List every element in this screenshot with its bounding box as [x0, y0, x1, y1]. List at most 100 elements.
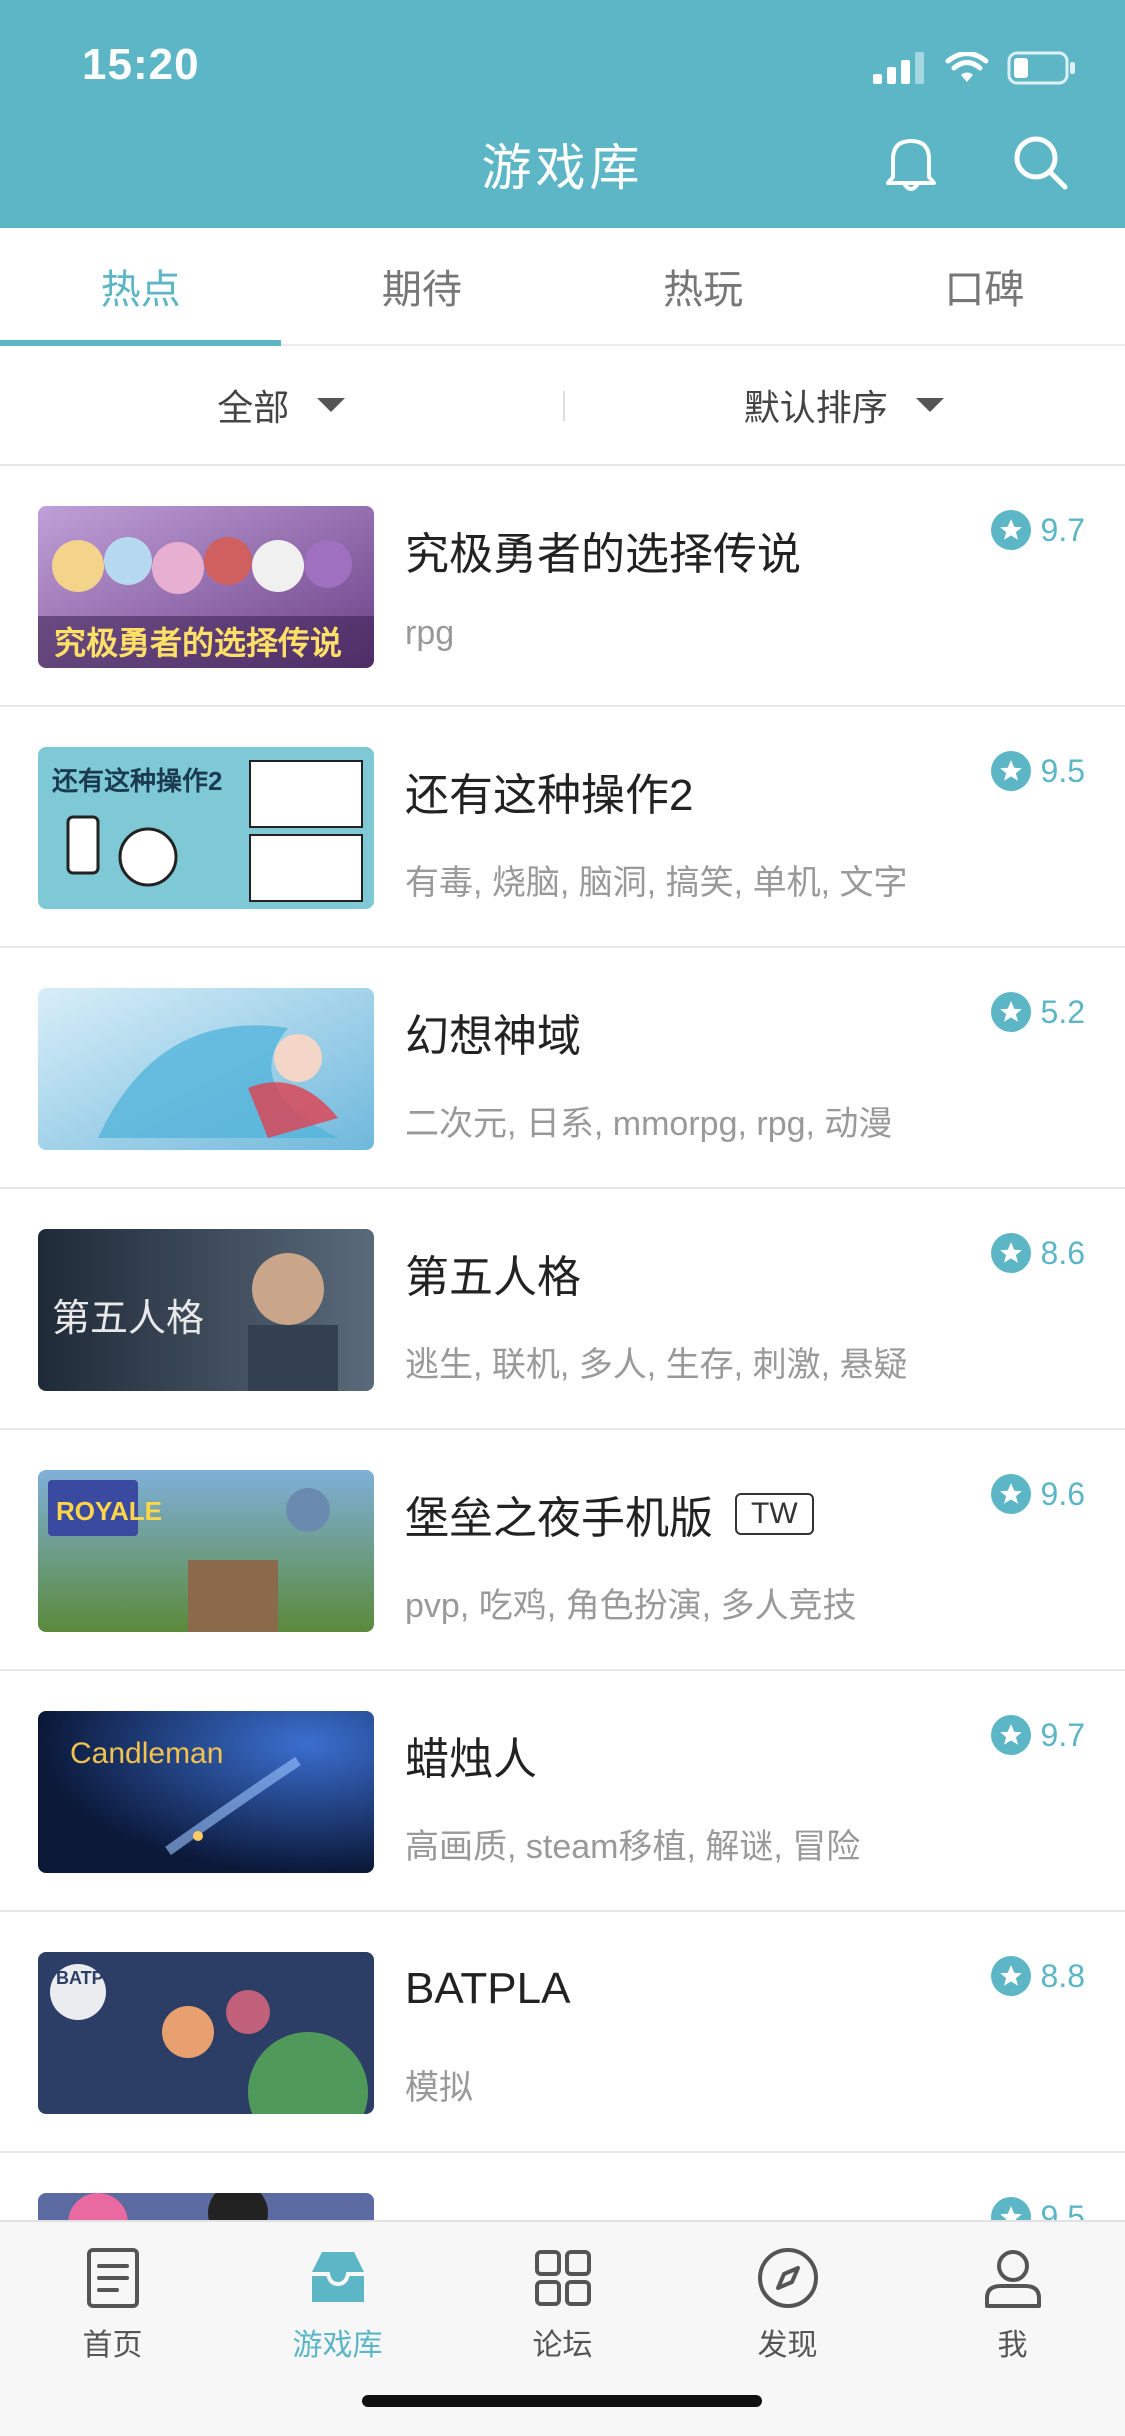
game-name-text: BATPLA — [405, 1964, 571, 2013]
game-name-text: 究极勇者的选择传说 — [405, 530, 801, 579]
game-item[interactable]: 第五人格 第五人格 逃生, 联机, 多人, 生存, 刺激, 悬疑 8.6 — [0, 1189, 1125, 1430]
star-icon — [990, 751, 1031, 791]
thumbnail-title: Candleman — [70, 1737, 224, 1770]
sort-filter-label: 默认排序 — [743, 387, 888, 428]
nav-home[interactable]: 首页 — [0, 2222, 225, 2436]
star-icon — [990, 1715, 1031, 1755]
thumbnail-title: 第五人格 — [52, 1298, 205, 1340]
bell-icon — [886, 139, 936, 191]
region-badge: TW — [735, 1493, 814, 1535]
game-thumbnail: BATPLA — [38, 1952, 374, 2114]
star-icon — [990, 1956, 1031, 1996]
thumbnail-title: 究极勇者的选择传说 — [54, 625, 343, 661]
thumbnail-title: BATPLA — [56, 1968, 128, 1988]
page-title: 游戏库 — [481, 140, 644, 196]
game-name: 究极勇者的选择传说 — [405, 518, 801, 582]
game-item[interactable]: 幻想神域 二次元, 日系, mmorpg, rpg, 动漫 5.2 — [0, 948, 1125, 1189]
grid-icon — [534, 2250, 591, 2306]
game-rating: 9.7 — [990, 1715, 1085, 1755]
game-name: BATPLA — [405, 1964, 570, 2014]
thumbnail-title: 还有这种操作2 — [52, 766, 223, 796]
game-tags: 逃生, 联机, 多人, 生存, 刺激, 悬疑 — [405, 1346, 908, 1384]
star-icon — [990, 1233, 1031, 1273]
game-name: 蜡烛人 — [405, 1723, 537, 1787]
game-tags: 二次元, 日系, mmorpg, rpg, 动漫 — [405, 1105, 893, 1143]
rating-value: 9.5 — [1040, 752, 1085, 789]
status-time: 15:20 — [82, 40, 200, 89]
game-name-text: 蜡烛人 — [405, 1735, 537, 1784]
rating-value: 9.7 — [1040, 1716, 1085, 1753]
person-icon — [984, 2250, 1041, 2308]
star-icon — [990, 2197, 1031, 2220]
star-icon — [990, 510, 1031, 550]
game-name: 还有这种操作2 — [405, 759, 693, 823]
game-item[interactable]: BATPLA BATPLA 模拟 8.8 — [0, 1912, 1125, 2153]
caret-down-icon — [317, 398, 346, 412]
home-indicator — [362, 2395, 762, 2407]
notification-button[interactable] — [876, 128, 946, 198]
nav-discover-label: 发现 — [757, 2329, 818, 2362]
game-name: 第五人格 — [405, 1241, 581, 1305]
thumbnail-title: ROYALE — [56, 1496, 162, 1526]
game-tags: pvp, 吃鸡, 角色扮演, 多人竞技 — [405, 1587, 857, 1625]
game-thumbnail: 第五人格 — [38, 1229, 374, 1391]
game-thumbnail — [38, 988, 374, 1150]
game-item[interactable]: ROYALE 堡垒之夜手机版 TW pvp, 吃鸡, 角色扮演, 多人竞技 9.… — [0, 1430, 1125, 1671]
game-rating: 8.6 — [990, 1233, 1085, 1273]
game-thumbnail: ROYALE — [38, 1470, 374, 1632]
game-tags: 模拟 — [405, 2069, 473, 2107]
sort-filter[interactable]: 默认排序 — [563, 346, 1125, 464]
game-rating: 5.2 — [990, 992, 1085, 1032]
filter-bar: 全部 默认排序 — [0, 346, 1125, 466]
wifi-icon — [945, 52, 989, 82]
game-thumbnail: 还有这种操作2 — [38, 747, 374, 909]
game-thumbnail: 究极勇者的选择传说 — [38, 506, 374, 668]
game-rating: 9.7 — [990, 510, 1085, 550]
nav-game-library-label: 游戏库 — [292, 2329, 383, 2362]
tab-bar: 热点 期待 热玩 口碑 — [0, 228, 1125, 346]
status-icons — [873, 48, 1077, 88]
search-icon — [1014, 136, 1068, 190]
category-filter[interactable]: 全部 — [0, 346, 563, 464]
compass-icon — [757, 2248, 818, 2308]
rating-value: 9.6 — [1040, 1475, 1085, 1512]
game-name-text: 堡垒之夜手机版 — [405, 1494, 713, 1543]
game-tags: rpg — [405, 614, 455, 652]
game-rating: 8.8 — [990, 1956, 1085, 1996]
game-tags: 有毒, 烧脑, 脑洞, 搞笑, 单机, 文字 — [405, 864, 908, 902]
rating-value: 9.5 — [1040, 2198, 1085, 2221]
game-name-text: 第五人格 — [405, 1253, 581, 1302]
rating-value: 5.2 — [1040, 993, 1085, 1030]
game-tags: 高画质, steam移植, 解谜, 冒险 — [405, 1828, 861, 1866]
filter-divider — [563, 391, 565, 421]
inbox-icon — [311, 2252, 364, 2302]
nav-home-label: 首页 — [82, 2329, 143, 2362]
nav-me[interactable]: 我 — [900, 2222, 1125, 2436]
rating-value: 8.6 — [1040, 1234, 1085, 1271]
tab-popular[interactable]: 热玩 — [563, 228, 844, 344]
game-rating: 9.5 — [990, 2197, 1085, 2221]
category-filter-label: 全部 — [217, 387, 290, 428]
signal-icon — [873, 52, 924, 84]
app-header: 15:20 游戏库 — [0, 0, 1125, 228]
game-name: 幻想神域 — [405, 1000, 581, 1064]
nav-forum-label: 论坛 — [532, 2329, 593, 2362]
document-icon — [86, 2248, 139, 2308]
rating-value: 9.7 — [1040, 511, 1085, 548]
game-list: 究极勇者的选择传说 究极勇者的选择传说 rpg 9.7 还有这种操作2 还有这种… — [0, 466, 1125, 2220]
tab-reputation[interactable]: 口碑 — [844, 228, 1125, 344]
game-item[interactable]: Candleman 蜡烛人 高画质, steam移植, 解谜, 冒险 9.7 — [0, 1671, 1125, 1912]
game-item[interactable]: 还有这种操作2 还有这种操作2 有毒, 烧脑, 脑洞, 搞笑, 单机, 文字 9… — [0, 707, 1125, 948]
caret-down-icon — [915, 398, 944, 412]
game-name-text: 幻想神域 — [405, 1012, 581, 1061]
game-rating: 9.6 — [990, 1474, 1085, 1514]
game-item[interactable]: 9.5 — [0, 2153, 1125, 2220]
star-icon — [990, 1474, 1031, 1514]
game-item[interactable]: 究极勇者的选择传说 究极勇者的选择传说 rpg 9.7 — [0, 466, 1125, 707]
tab-hot[interactable]: 热点 — [0, 228, 282, 346]
search-button[interactable] — [1006, 128, 1076, 198]
game-name-text: 还有这种操作2 — [405, 771, 694, 820]
game-rating: 9.5 — [990, 751, 1085, 791]
tab-expected[interactable]: 期待 — [281, 228, 562, 344]
game-thumbnail — [38, 2193, 374, 2220]
